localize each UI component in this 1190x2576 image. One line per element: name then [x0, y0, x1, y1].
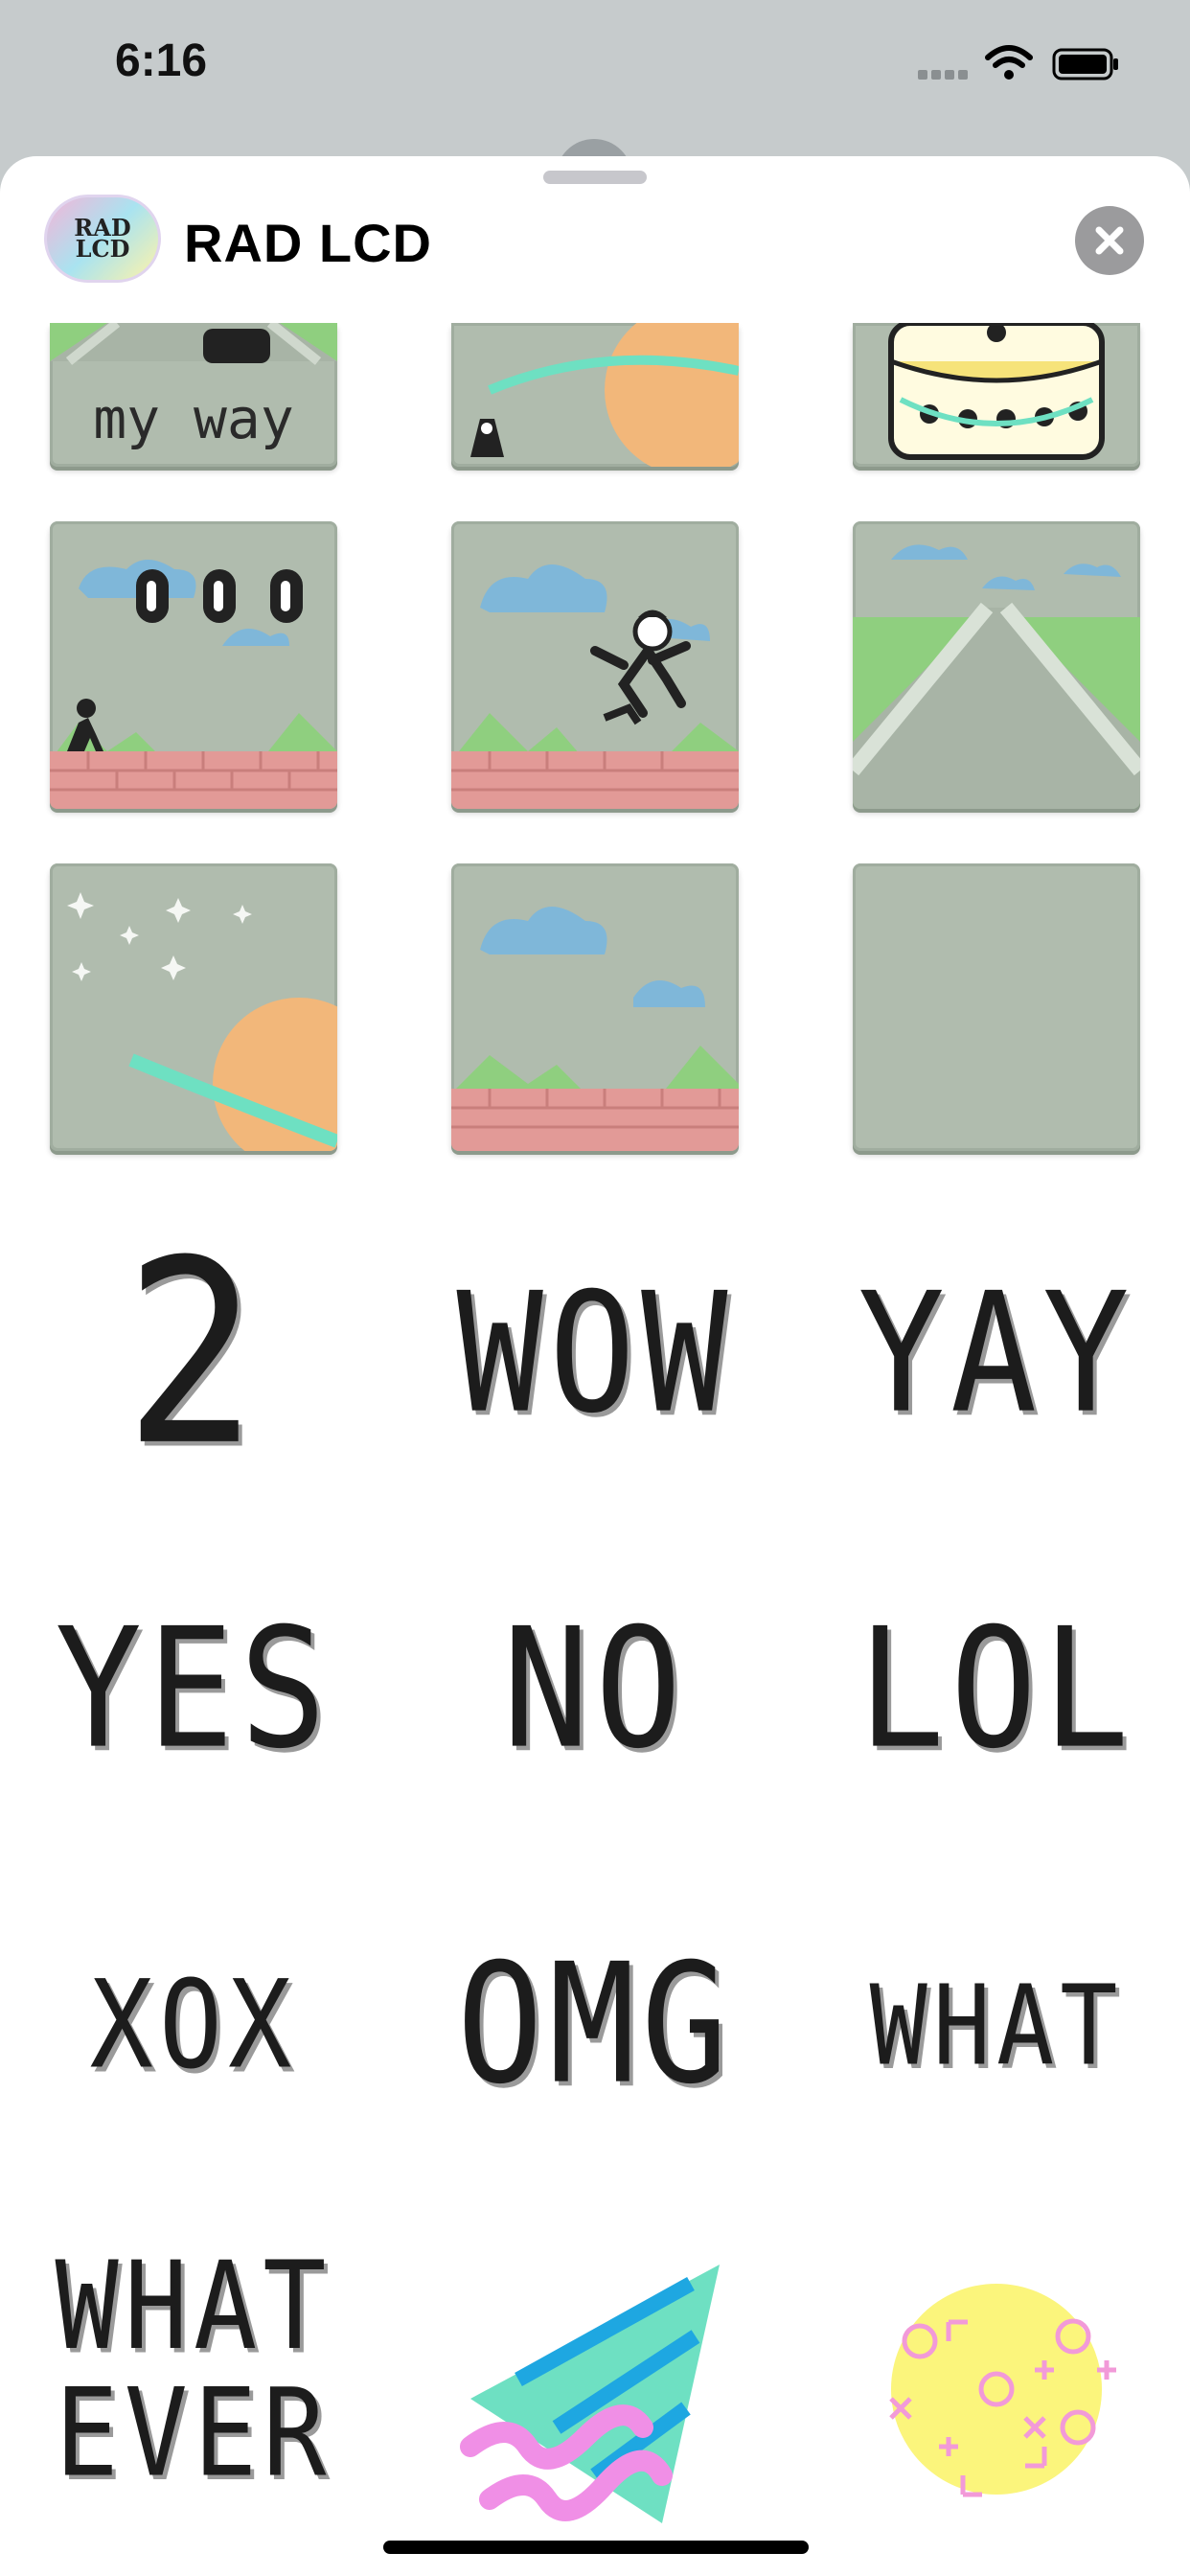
- status-time: 6:16: [115, 35, 208, 86]
- sticker-2[interactable]: 2: [50, 1189, 337, 1520]
- sticker-yellow-circle[interactable]: [853, 2245, 1140, 2533]
- battery-icon: [1052, 48, 1119, 80]
- sticker-runner-coins[interactable]: [50, 521, 337, 809]
- sticker-xox[interactable]: XOX: [50, 1860, 337, 2191]
- close-button[interactable]: [1075, 206, 1144, 275]
- sheet-grabber[interactable]: [543, 171, 647, 184]
- close-icon: [1095, 226, 1124, 255]
- app-icon: RAD LCD: [44, 195, 161, 283]
- sticker-cake[interactable]: [853, 323, 1140, 467]
- sticker-no[interactable]: NO: [451, 1525, 739, 1855]
- sticker-space-planet[interactable]: [50, 863, 337, 1151]
- sticker-omg[interactable]: OMG: [451, 1860, 739, 2191]
- home-indicator: [383, 2541, 809, 2554]
- my-way-caption: my way: [93, 386, 294, 451]
- sticker-what[interactable]: WHAT: [853, 1860, 1140, 2191]
- sticker-rocket-planet[interactable]: [451, 323, 739, 467]
- sticker-wow[interactable]: WOW: [451, 1189, 739, 1520]
- sticker-yay[interactable]: YAY: [853, 1189, 1140, 1520]
- sticker-road[interactable]: [853, 521, 1140, 809]
- sticker-paper-plane[interactable]: [451, 2245, 739, 2533]
- sticker-whatever[interactable]: WHAT EVER: [50, 2205, 337, 2536]
- sticker-sheet: RAD LCD RAD LCD my way 2 WOW YAY YES NO …: [0, 156, 1190, 2576]
- status-bar: 6:16: [0, 0, 1190, 134]
- sticker-my-way[interactable]: my way: [50, 323, 337, 467]
- sticker-running-boy[interactable]: [451, 521, 739, 809]
- sticker-lol[interactable]: LOL: [853, 1525, 1140, 1855]
- app-title: RAD LCD: [184, 213, 432, 273]
- whatever-line-2: EVER: [55, 2361, 332, 2504]
- whatever-line-1: WHAT: [55, 2235, 332, 2377]
- wifi-icon: [985, 44, 1033, 82]
- cellular-signal-icon: [918, 67, 972, 80]
- sticker-blank-screen[interactable]: [853, 863, 1140, 1151]
- sticker-yes[interactable]: YES: [50, 1525, 337, 1855]
- sticker-clouds-bricks[interactable]: [451, 863, 739, 1151]
